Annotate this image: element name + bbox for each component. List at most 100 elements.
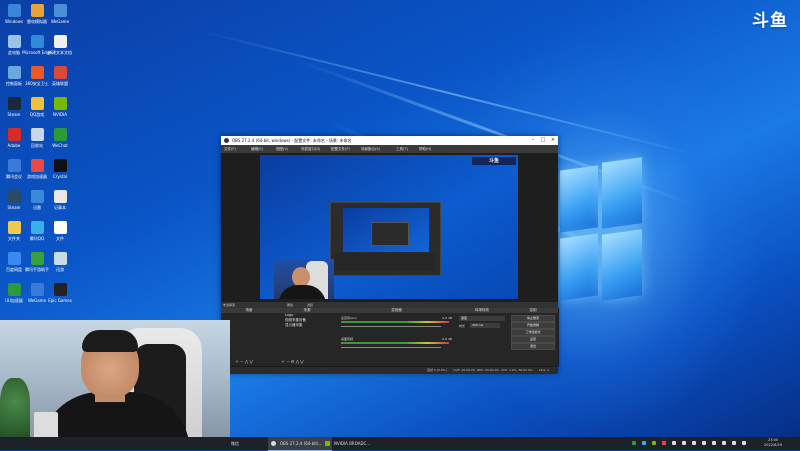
- menu-edit[interactable]: 编辑(E): [251, 145, 263, 153]
- scenes-header: 场景: [221, 308, 277, 313]
- volume-slider[interactable]: [341, 326, 441, 327]
- app-icon: [53, 97, 67, 110]
- obs-app-icon: [224, 138, 229, 143]
- menu-view[interactable]: 视图(V): [276, 145, 288, 153]
- desktop-icon[interactable]: Epic Games: [48, 283, 72, 303]
- obs-preview[interactable]: 斗鱼: [221, 153, 558, 302]
- desktop-icon[interactable]: 百度网盘: [2, 252, 26, 272]
- maximize-icon[interactable]: □: [538, 136, 548, 145]
- desktop-icon[interactable]: Windows: [2, 4, 26, 24]
- volume-slider[interactable]: [341, 347, 441, 348]
- desktop-icon-label: 新建文本文档: [48, 50, 72, 55]
- tray-icon[interactable]: [742, 441, 746, 445]
- windows-logo-icon: [560, 157, 642, 308]
- exit-button[interactable]: 退出: [511, 343, 555, 350]
- menu-docks[interactable]: 停靠窗口(D): [301, 145, 320, 153]
- desktop-icon[interactable]: 迅雷: [25, 190, 49, 210]
- desktop-icon[interactable]: QQ游戏: [25, 97, 49, 117]
- desktop-icon-label: 此电脑: [8, 50, 20, 55]
- obs-statusbar: 丢帧 0 (0.0%) LIVE: 00:00:00 REC: 00:00:00…: [221, 366, 558, 374]
- desktop-icon[interactable]: 英雄联盟: [48, 66, 72, 86]
- webcam-feed: [0, 320, 230, 437]
- desktop-icon[interactable]: 文件夹: [2, 221, 26, 241]
- desktop-icon[interactable]: 游戏加速器: [25, 159, 49, 179]
- menu-file[interactable]: 文件(F): [224, 145, 236, 153]
- desktop-icon[interactable]: Adobe: [2, 128, 26, 148]
- studio-mode-button[interactable]: 工作室模式: [511, 329, 555, 336]
- desktop-icon-label: Crystal: [52, 174, 68, 179]
- app-icon: [7, 97, 21, 110]
- desktop-icon-label: UU加速器: [5, 298, 23, 303]
- app-icon: [7, 283, 21, 296]
- tray-icon[interactable]: [722, 441, 726, 445]
- app-icon: [30, 128, 44, 141]
- source-dock-buttons[interactable]: ＋ − ⚙ ⋀ ⋁: [281, 359, 304, 365]
- mixer-dock: 混音器 麦克风/Aux 0.0 dB 桌面音频 -4.9 dB: [337, 308, 457, 366]
- tray-icon[interactable]: [692, 441, 696, 445]
- app-icon: [53, 66, 67, 79]
- desktop-icon[interactable]: 腾讯手游助手: [25, 252, 49, 272]
- desktop-icon[interactable]: 回收站: [25, 128, 49, 148]
- tray-icon[interactable]: [642, 441, 646, 445]
- desktop-icon-label: Epic Games: [48, 298, 72, 303]
- start-recording-button[interactable]: 开始录制: [511, 322, 555, 329]
- desktop-icon[interactable]: Crystal: [48, 159, 72, 179]
- app-icon: [7, 190, 21, 203]
- desktop-icon[interactable]: Microsoft Edge: [22, 35, 52, 55]
- mug: [34, 412, 58, 437]
- obs-window[interactable]: OBS 27.2.4 (64-bit, windows) - 配置文件: 未命名…: [221, 136, 559, 374]
- settings-button[interactable]: 设置: [511, 336, 555, 343]
- desktop-icon-label: 迅游: [56, 267, 64, 272]
- desktop-icon[interactable]: 控制面板: [2, 66, 26, 86]
- desktop-icon[interactable]: 腾讯QQ: [25, 221, 49, 241]
- desktop-icon[interactable]: 文件: [48, 221, 72, 241]
- app-icon: [30, 97, 44, 110]
- desktop-icon-label: 360安全卫士: [25, 81, 49, 86]
- desktop-icon[interactable]: 新建文本文档: [48, 35, 72, 55]
- desktop-icon-label: Adobe: [7, 143, 21, 148]
- menu-profile[interactable]: 配置文件(P): [331, 145, 350, 153]
- taskbar-label: NVIDIA BROADC...: [334, 441, 371, 446]
- scene-dock-buttons[interactable]: ＋ − ⋀ ⋁: [235, 359, 253, 365]
- tray-icon[interactable]: [732, 441, 736, 445]
- menu-scene-collection[interactable]: 场景集合(S): [361, 145, 380, 153]
- tray-icon[interactable]: [632, 441, 636, 445]
- menu-help[interactable]: 帮助(H): [419, 145, 431, 153]
- desktop-icon[interactable]: Steam: [2, 190, 26, 210]
- desktop-icon[interactable]: WeGame: [48, 4, 72, 24]
- transition-select[interactable]: 渐变: [459, 316, 505, 321]
- desktop-icon-label: 腾讯QQ: [29, 236, 45, 241]
- desktop-icon[interactable]: WeChat: [48, 128, 72, 148]
- menu-tools[interactable]: 工具(T): [396, 145, 408, 153]
- desktop-icon[interactable]: 360安全卫士: [25, 66, 49, 86]
- taskbar-clock[interactable]: 23:00 2022/6/29: [764, 438, 782, 448]
- obs-titlebar[interactable]: OBS 27.2.4 (64-bit, windows) - 配置文件: 未命名…: [221, 136, 558, 145]
- desktop-icon[interactable]: WeGame: [25, 283, 49, 303]
- desktop-icon[interactable]: NVIDIA: [48, 97, 72, 117]
- tray-icon[interactable]: [672, 441, 676, 445]
- desktop-icon[interactable]: 迅游: [48, 252, 72, 272]
- rec-time: REC: 00:00:00: [477, 368, 499, 372]
- app-icon: [53, 221, 67, 234]
- tray-icon[interactable]: [712, 441, 716, 445]
- desktop-icon-label: 英雄联盟: [52, 81, 68, 86]
- tray-icon[interactable]: [682, 441, 686, 445]
- desktop-icon[interactable]: Steam: [2, 97, 26, 117]
- desktop-icon[interactable]: 雷电模拟器: [25, 4, 49, 24]
- desktop-icon[interactable]: UU加速器: [2, 283, 26, 303]
- minimize-icon[interactable]: –: [528, 136, 538, 145]
- desktop-icon[interactable]: 记事本: [48, 190, 72, 210]
- desktop-icon[interactable]: 腾讯会议: [2, 159, 26, 179]
- tray-icon[interactable]: [662, 441, 666, 445]
- taskbar-item[interactable]: 微信: [228, 437, 267, 450]
- audio-meter: [341, 342, 449, 344]
- stop-streaming-button[interactable]: 停止推流: [511, 315, 555, 322]
- close-icon[interactable]: ×: [548, 136, 558, 145]
- tray-icon[interactable]: [702, 441, 706, 445]
- tray-icon[interactable]: [652, 441, 656, 445]
- duration-input[interactable]: 300 ms: [470, 323, 500, 328]
- douyu-watermark: 斗鱼: [752, 11, 788, 31]
- source-item[interactable]: 显示器采集: [277, 323, 337, 328]
- nested-obs-window: [330, 202, 441, 276]
- taskbar-item-nvidia[interactable]: NVIDIA BROADC...: [322, 437, 384, 450]
